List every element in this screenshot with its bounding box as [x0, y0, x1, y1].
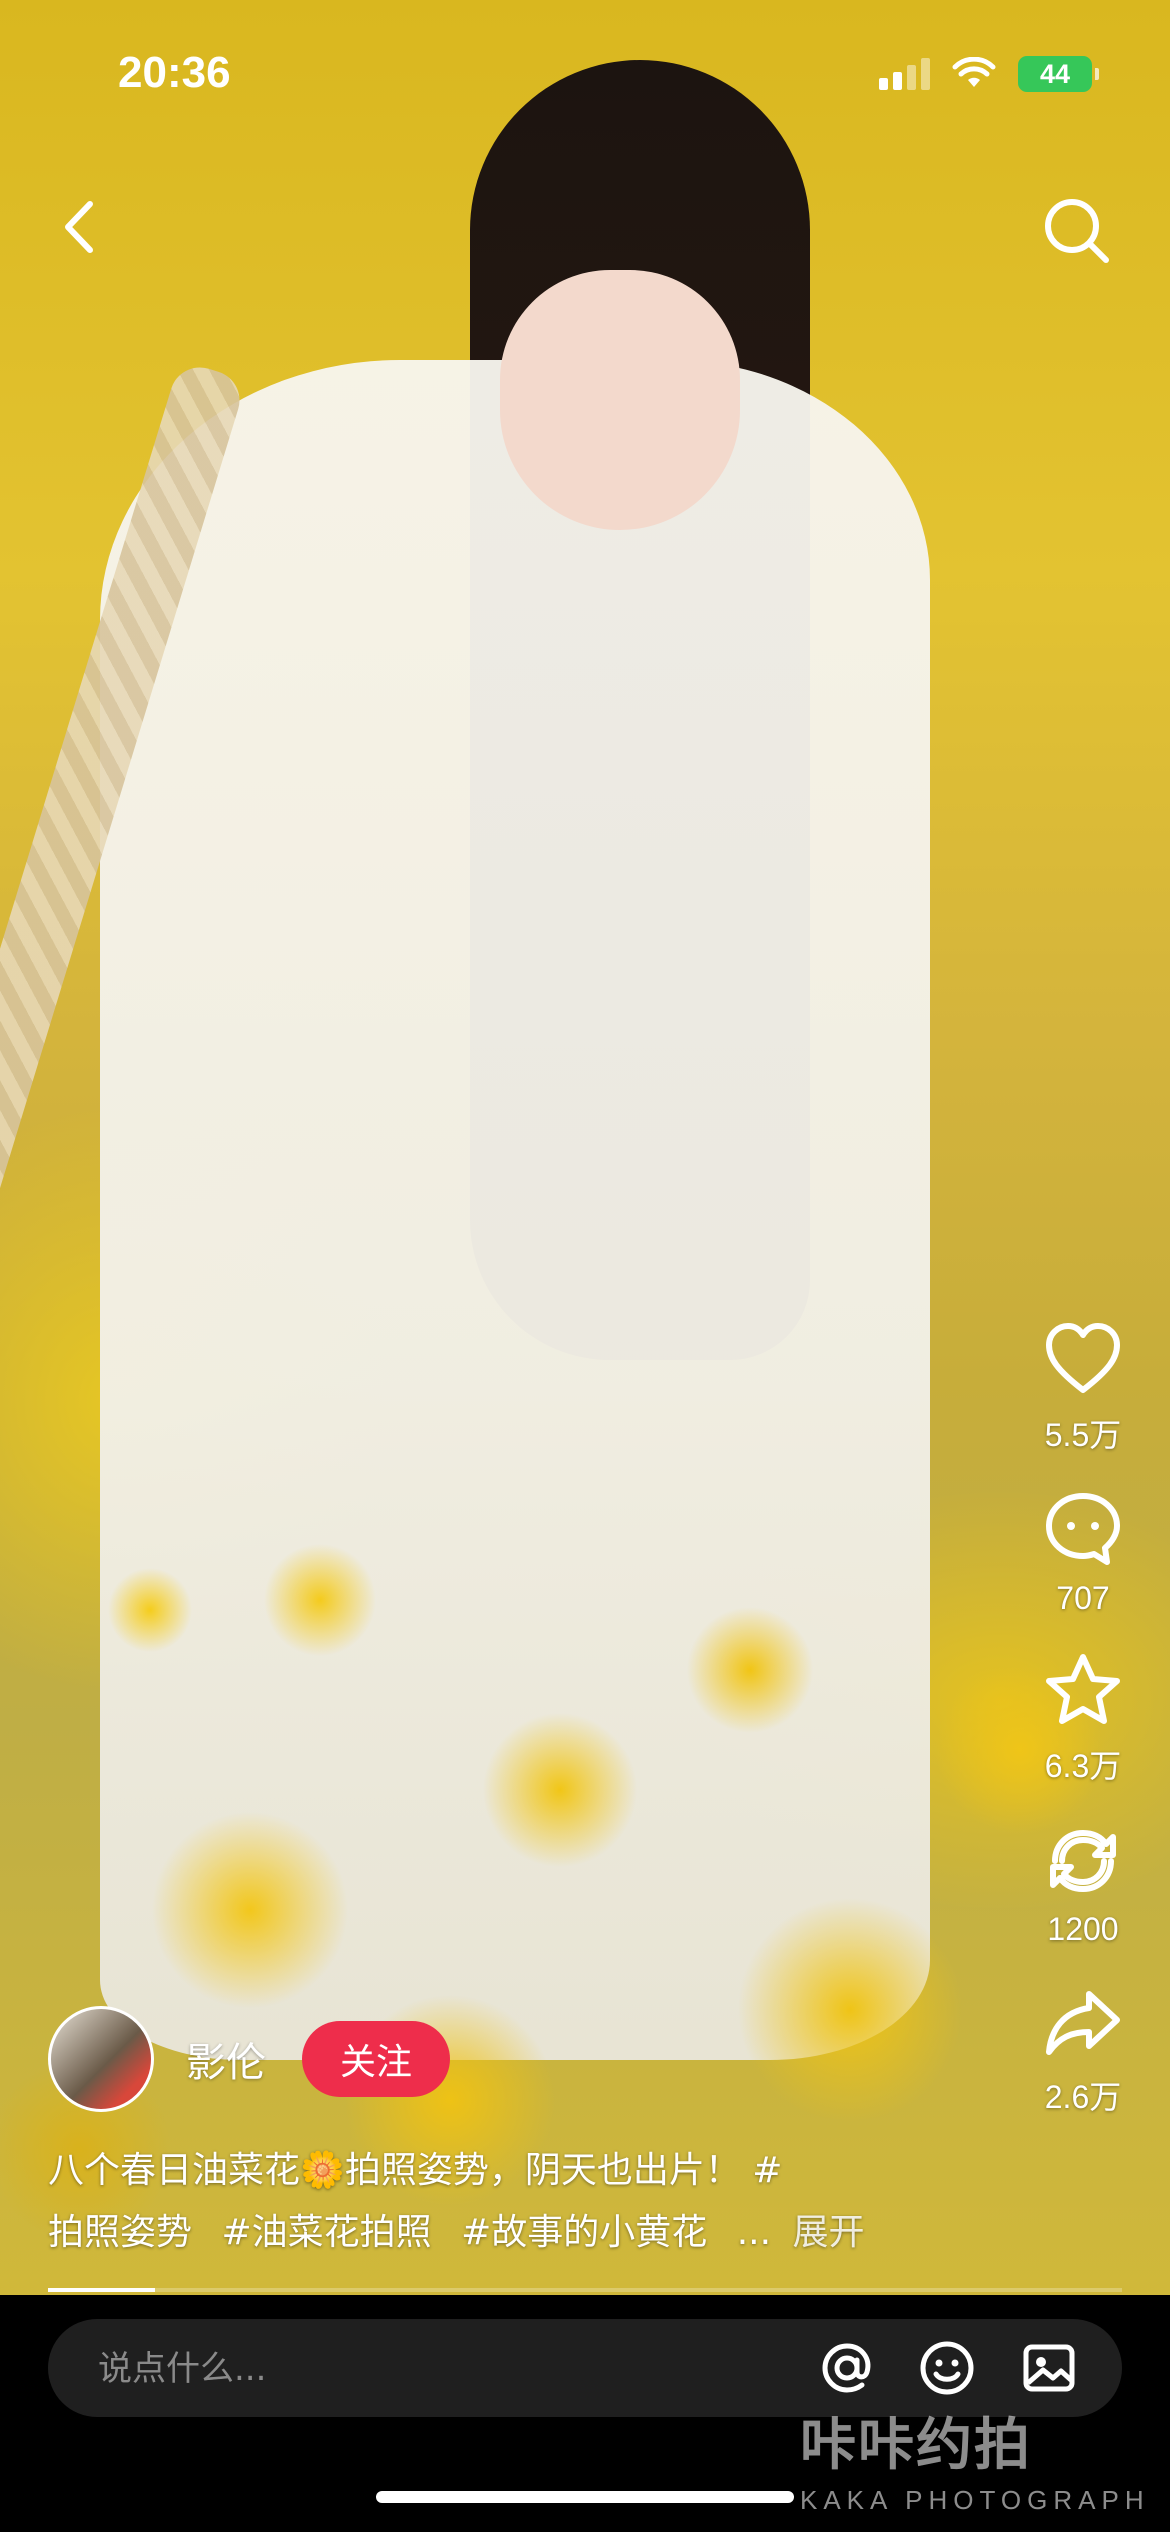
star-icon[interactable] — [1041, 1649, 1125, 1733]
action-rail: 5.5万 707 6.3万 1200 2.6万 — [1018, 1318, 1148, 2150]
like-action[interactable]: 5.5万 — [1041, 1318, 1125, 1456]
caption-text: 八个春日油菜花🌼拍照姿势，阴天也出片！ # — [48, 2150, 783, 2191]
home-indicator[interactable] — [376, 2491, 794, 2503]
author-row: 影伦 关注 — [48, 2006, 450, 2112]
repost-icon[interactable] — [1041, 1819, 1125, 1903]
avatar[interactable] — [48, 2006, 154, 2112]
follow-button[interactable]: 关注 — [302, 2021, 450, 2097]
emoji-icon[interactable] — [914, 2335, 980, 2401]
comment-count: 707 — [1056, 1580, 1110, 1616]
expand-link[interactable]: 展开 — [793, 2212, 865, 2253]
back-button[interactable] — [52, 192, 112, 262]
hashtag[interactable]: #故事的小黄花 — [461, 2212, 707, 2253]
search-button[interactable] — [1038, 192, 1114, 268]
image-progress-track — [48, 2288, 1122, 2292]
image-icon[interactable] — [1016, 2335, 1082, 2401]
at-icon[interactable] — [814, 2335, 880, 2401]
caption-tags-line: 拍照姿势 #油菜花拍照 #故事的小黄花 ... 展开 — [48, 2202, 948, 2264]
wifi-icon — [952, 57, 996, 87]
battery-icon: 44 — [1018, 56, 1099, 92]
chevron-left-icon — [65, 201, 93, 253]
battery-level: 44 — [1039, 58, 1071, 89]
search-icon — [1045, 199, 1109, 263]
comment-input[interactable] — [96, 2319, 800, 2419]
favorite-action[interactable]: 6.3万 — [1041, 1649, 1125, 1787]
caption-ellipsis: ... — [736, 2212, 772, 2253]
status-time: 20:36 — [118, 48, 231, 97]
watermark-sub: KAKA PHOTOGRAPH — [800, 2485, 1150, 2515]
share-icon[interactable] — [1041, 1980, 1125, 2064]
comment-icon[interactable] — [1041, 1488, 1125, 1572]
photo-face — [500, 270, 740, 530]
signal-icon — [879, 58, 930, 90]
like-count: 5.5万 — [1044, 1417, 1122, 1453]
photo-background — [0, 0, 1170, 2295]
comment-action[interactable]: 707 — [1041, 1488, 1125, 1617]
caption[interactable]: 八个春日油菜花🌼拍照姿势，阴天也出片！ # 拍照姿势 #油菜花拍照 #故事的小黄… — [48, 2140, 948, 2264]
status-icons: 44 — [879, 56, 1099, 92]
watermark-main: 咔咔约拍 — [800, 2413, 1032, 2478]
favorite-count: 6.3万 — [1044, 1748, 1122, 1784]
share-action[interactable]: 2.6万 — [1041, 1980, 1125, 2118]
heart-icon[interactable] — [1041, 1318, 1125, 1402]
hashtag[interactable]: #油菜花拍照 — [221, 2212, 431, 2253]
hashtag[interactable]: 拍照姿势 — [48, 2212, 192, 2253]
note-screen: 20:36 44 5.5万 707 6.3万 1200 2.6万 影伦 关注 八… — [0, 0, 1170, 2532]
repost-action[interactable]: 1200 — [1041, 1819, 1125, 1948]
watermark: 咔咔约拍 KAKA PHOTOGRAPH — [800, 2400, 1150, 2516]
repost-count: 1200 — [1047, 1911, 1119, 1947]
image-progress-fill — [48, 2288, 156, 2292]
share-count: 2.6万 — [1044, 2079, 1122, 2115]
author-name[interactable]: 影伦 — [186, 2030, 266, 2088]
